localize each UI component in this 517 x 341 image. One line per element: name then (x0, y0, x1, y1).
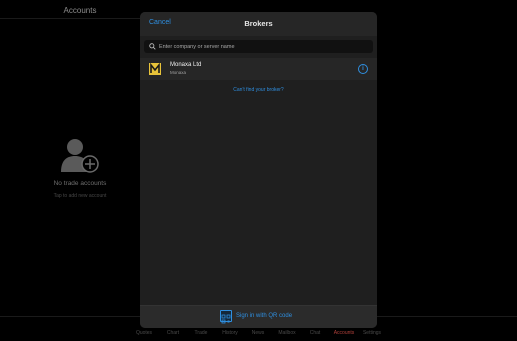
broker-name: Monaxa Ltd (170, 62, 202, 68)
tab-chart[interactable]: Chart (167, 330, 179, 336)
info-icon[interactable]: i (358, 64, 368, 74)
empty-state-title: No trade accounts (53, 180, 107, 187)
divider (0, 18, 140, 19)
page-title: Accounts (63, 6, 97, 15)
qr-signin-label: Sign in with QR code (236, 313, 293, 319)
tab-chat[interactable]: Chat (310, 330, 321, 336)
cant-find-broker-link[interactable]: Can't find your broker? (140, 87, 377, 93)
tab-news[interactable]: News (252, 330, 265, 336)
tab-mailbox[interactable]: Mailbox (278, 330, 295, 336)
broker-row[interactable]: Monaxa Ltd Monaxa i (140, 58, 377, 80)
broker-subtitle: Monaxa (170, 70, 187, 75)
empty-state-hint[interactable]: Tap to add new account (0, 193, 160, 199)
monaxa-logo-icon (149, 63, 161, 75)
tab-quotes[interactable]: Quotes (136, 330, 152, 336)
tab-trade[interactable]: Trade (195, 330, 208, 336)
search-icon (149, 43, 156, 50)
modal-footer: Sign in with QR code (140, 305, 377, 328)
screen: Accounts No trade accounts Tap to add ne… (0, 0, 517, 341)
add-account-icon[interactable] (58, 136, 102, 176)
brokers-modal: Cancel Brokers Monaxa Ltd Monaxa i Can't… (140, 12, 377, 328)
qr-code-icon (220, 310, 232, 324)
tab-settings[interactable]: Settings (363, 330, 381, 336)
search-input[interactable] (159, 40, 369, 53)
tab-history[interactable]: History (222, 330, 238, 336)
modal-title: Brokers (244, 19, 273, 28)
modal-header: Cancel Brokers (140, 12, 377, 36)
tab-accounts[interactable]: Accounts (334, 330, 355, 336)
search-box[interactable] (144, 40, 373, 53)
